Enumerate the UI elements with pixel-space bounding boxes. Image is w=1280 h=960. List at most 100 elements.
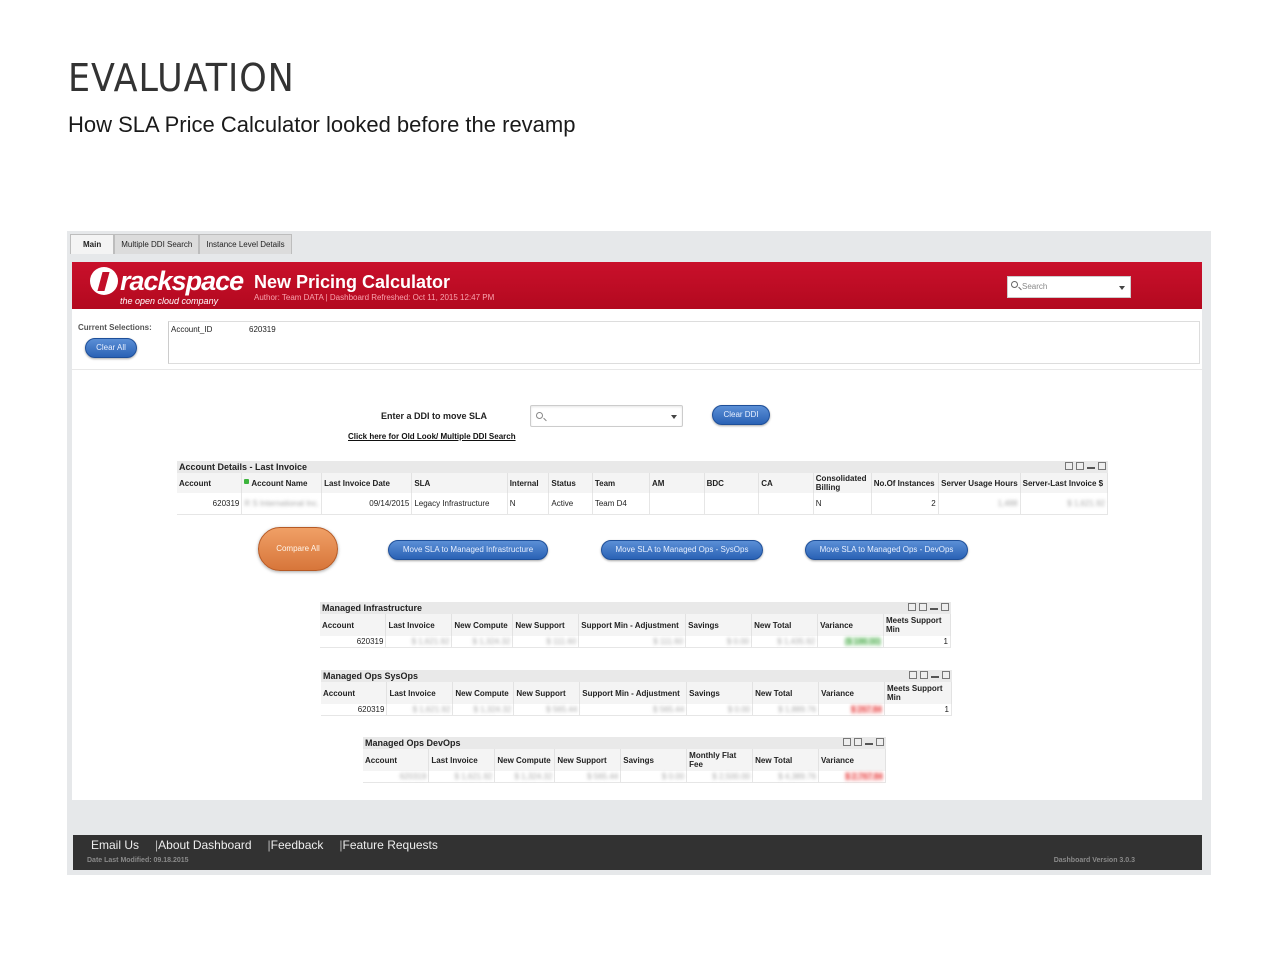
col-header[interactable]: Savings [686,682,754,704]
cell-new-compute: $ 1,324.32 [494,771,556,783]
col-header[interactable]: Savings [685,614,753,636]
cell-account-name: R S International Inc. [241,493,323,515]
export-icon[interactable] [1076,462,1084,470]
maximize-icon[interactable] [942,671,950,679]
col-header[interactable]: Meets Support Min [883,614,951,636]
managed-infrastructure-table: Account Last Invoice New Compute New Sup… [320,614,951,648]
export-icon[interactable] [854,738,862,746]
about-dashboard-link[interactable]: About Dashboard [158,838,251,852]
old-look-link[interactable]: Click here for Old Look/ Multiple DDI Se… [348,432,516,441]
move-sla-managed-ops-devops-button[interactable]: Move SLA to Managed Ops - DevOps [805,540,968,560]
col-header[interactable]: Last Invoice [386,682,454,704]
managed-ops-sysops-table: Account Last Invoice New Compute New Sup… [321,682,952,716]
email-us-link[interactable]: Email Us [91,838,139,852]
col-header[interactable]: New Compute [494,749,556,771]
ddi-search-input[interactable] [530,405,683,427]
cell-new-total: $ 1,435.92 [751,636,819,648]
clear-all-button[interactable]: Clear All [85,338,137,358]
col-header[interactable]: Monthly Flat Fee [686,749,754,771]
col-header[interactable]: Internal [507,473,550,493]
col-header[interactable]: Account [320,614,387,636]
col-header[interactable]: Account [363,749,430,771]
cell-meets-support-min: 1 [884,704,952,716]
cell-bdc [704,493,760,515]
col-header[interactable]: SLA [411,473,508,493]
export-icon[interactable] [919,603,927,611]
header-bar: rackspace the open cloud company New Pri… [72,262,1202,309]
print-icon[interactable] [1065,462,1073,470]
minimize-icon[interactable] [865,738,873,745]
print-icon[interactable] [843,738,851,746]
managed-ops-sysops-grid: Managed Ops SysOps Account Last Invoice … [321,670,952,716]
col-header[interactable]: CA [758,473,814,493]
tab-main[interactable]: Main [70,234,115,254]
col-header[interactable]: Account [321,682,388,704]
compare-all-button[interactable]: Compare All [258,527,338,571]
col-header[interactable]: Server Usage Hours [938,473,1021,493]
search-icon [1011,281,1018,288]
grid-title-text: Managed Infrastructure [322,603,423,613]
maximize-icon[interactable] [1098,462,1106,470]
dashboard-version: Dashboard Version 3.0.3 [1053,857,1135,864]
col-header[interactable]: New Total [752,749,820,771]
col-header[interactable]: AM [649,473,705,493]
col-header[interactable]: Savings [620,749,688,771]
search-placeholder: Search [1022,282,1048,291]
page-title: New Pricing Calculator [254,272,451,292]
cell-savings: $ 0.00 [686,704,754,716]
col-header[interactable]: Support Min - Adjustment [579,682,688,704]
col-header[interactable]: Team [592,473,651,493]
col-header[interactable]: New Support [554,749,622,771]
cell-new-total: $ 4,389.76 [752,771,820,783]
minimize-icon[interactable] [1087,462,1095,469]
search-input[interactable]: Search [1007,276,1131,298]
feature-requests-link[interactable]: Feature Requests [343,838,438,852]
clear-ddi-button[interactable]: Clear DDI [712,405,770,425]
col-header[interactable]: Consolidated Billing [813,473,872,493]
move-sla-managed-infrastructure-button[interactable]: Move SLA to Managed Infrastructure [388,540,548,560]
col-header[interactable]: Variance [818,682,885,704]
tab-instance-level-details[interactable]: Instance Level Details [199,234,292,254]
col-header[interactable]: New Total [751,614,819,636]
cell-meets-support-min: 1 [883,636,951,648]
col-header[interactable]: New Support [512,614,580,636]
export-icon[interactable] [920,671,928,679]
minimize-icon[interactable] [930,603,938,610]
col-header[interactable]: Last Invoice [428,749,496,771]
managed-ops-devops-grid: Managed Ops DevOps Account Last Invoice … [363,737,886,783]
col-header[interactable]: Account [177,473,243,493]
ddi-label: Enter a DDI to move SLA [381,411,488,421]
cell-account: 620319 [321,704,388,716]
current-selections-panel: Account_ID 620319 [168,321,1200,364]
feedback-link[interactable]: Feedback [271,838,324,852]
dashboard-screenshot: Main Multiple DDI Search Instance Level … [67,231,1211,875]
cell-instances: 2 [871,493,939,515]
cell-new-support: $ 565.44 [513,704,581,716]
maximize-icon[interactable] [941,603,949,611]
minimize-icon[interactable] [931,671,939,678]
print-icon[interactable] [908,603,916,611]
col-header[interactable]: Account Name [241,473,323,493]
col-header[interactable]: Support Min - Adjustment [578,614,687,636]
col-header[interactable]: Status [548,473,593,493]
col-header[interactable]: Last Invoice [385,614,453,636]
cell-consolidated-billing: N [813,493,872,515]
col-header[interactable]: Server-Last Invoice $ [1020,473,1109,493]
col-header[interactable]: New Compute [451,614,514,636]
grid-title: Managed Ops SysOps [321,670,952,682]
col-header[interactable]: Variance [818,749,886,771]
maximize-icon[interactable] [876,738,884,746]
col-header[interactable]: Meets Support Min [884,682,952,704]
col-header[interactable]: Last Invoice Date [321,473,413,493]
col-header[interactable]: New Compute [452,682,515,704]
chevron-down-icon [671,415,677,419]
move-sla-managed-ops-sysops-button[interactable]: Move SLA to Managed Ops - SysOps [601,540,763,560]
col-header[interactable]: BDC [704,473,760,493]
col-header[interactable]: Variance [817,614,885,636]
cell-variance: ($ 186.00) [844,636,882,646]
col-header[interactable]: No.Of Instances [871,473,939,493]
col-header[interactable]: New Support [513,682,581,704]
print-icon[interactable] [909,671,917,679]
col-header[interactable]: New Total [752,682,820,704]
tab-multiple-ddi-search[interactable]: Multiple DDI Search [114,234,200,254]
